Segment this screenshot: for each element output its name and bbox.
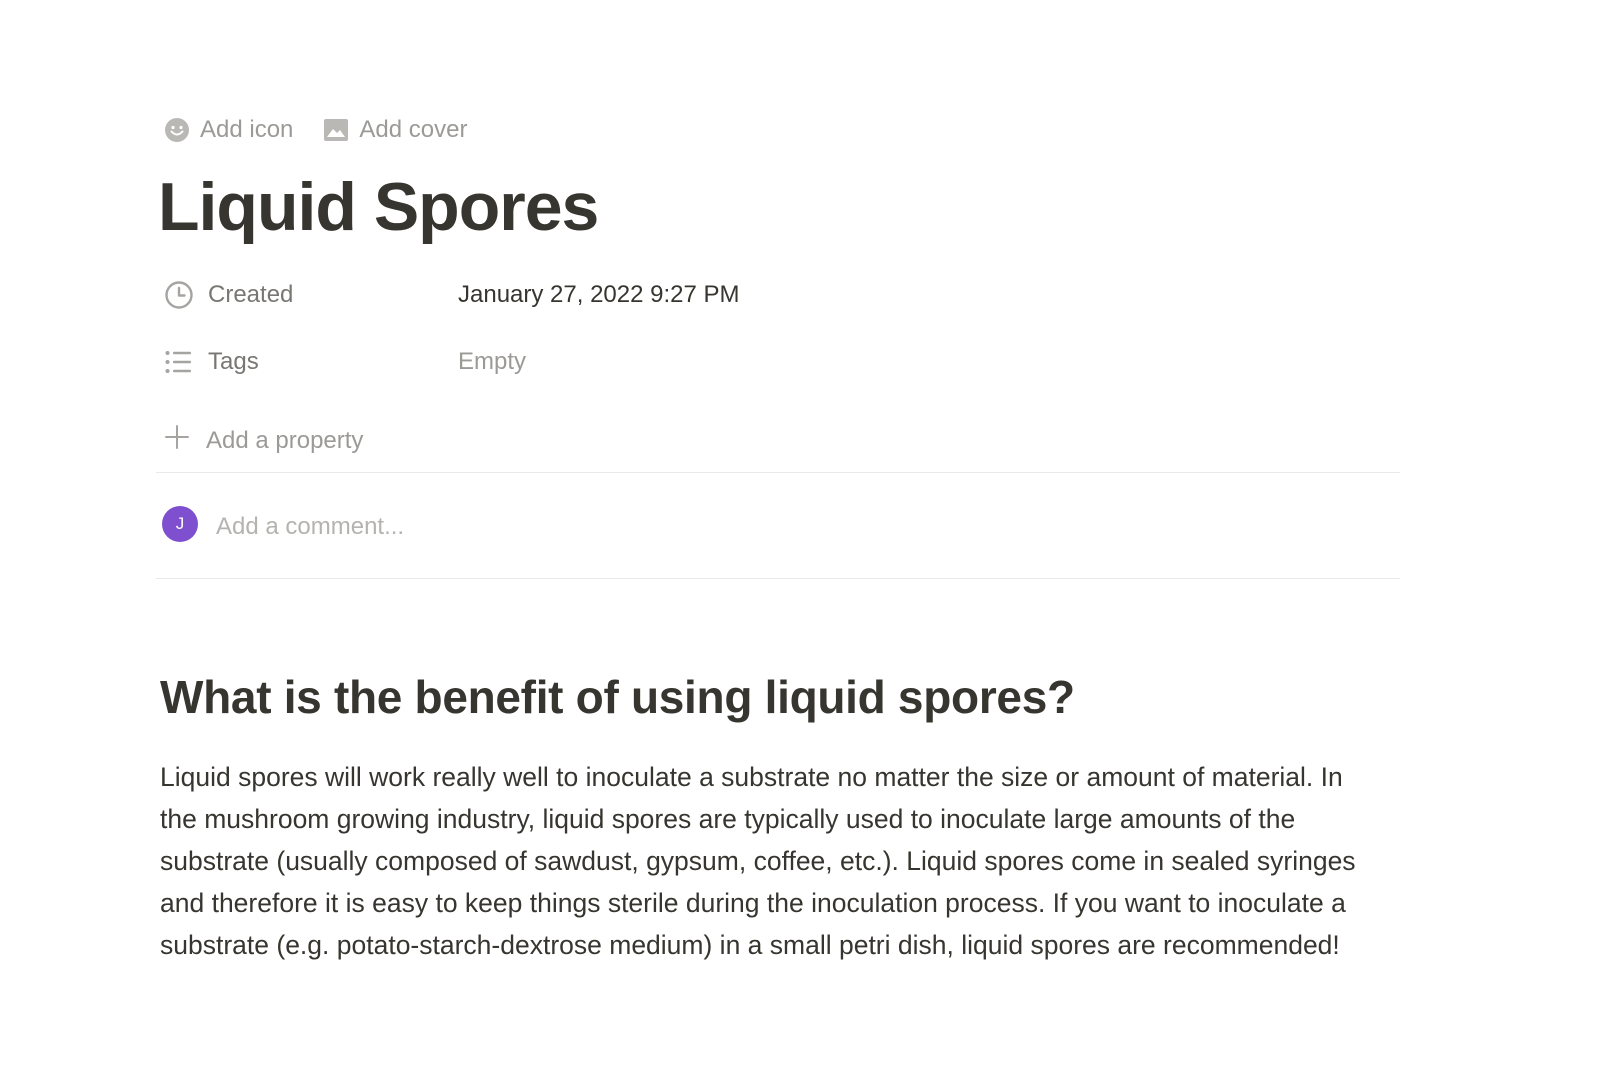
page-controls: Add icon Add cover: [160, 114, 471, 146]
add-property-button[interactable]: Add a property: [164, 424, 363, 457]
comment-row: J: [162, 506, 1116, 542]
tags-value[interactable]: Empty: [458, 348, 526, 376]
comment-input[interactable]: [216, 513, 1116, 541]
add-property-label: Add a property: [206, 426, 364, 454]
property-name-tags[interactable]: Tags: [160, 348, 458, 376]
divider: [156, 578, 1400, 579]
add-cover-button[interactable]: Add cover: [319, 114, 471, 146]
smiley-face-icon: [164, 117, 190, 143]
content-heading[interactable]: What is the benefit of using liquid spor…: [160, 670, 1075, 724]
property-label: Tags: [208, 348, 259, 375]
add-icon-button[interactable]: Add icon: [160, 114, 297, 146]
property-row-created[interactable]: Created January 27, 2022 9:27 PM: [160, 275, 1450, 315]
add-cover-label: Add cover: [359, 116, 468, 143]
image-icon: [323, 118, 349, 142]
add-icon-label: Add icon: [200, 116, 294, 143]
created-value: January 27, 2022 9:27 PM: [458, 281, 740, 308]
content-paragraph[interactable]: Liquid spores will work really well to i…: [160, 756, 1370, 966]
plus-icon: [164, 424, 190, 457]
list-icon: [164, 349, 194, 375]
page-title[interactable]: Liquid Spores: [158, 168, 599, 246]
property-name-created[interactable]: Created: [160, 280, 458, 310]
avatar: J: [162, 506, 198, 542]
clock-icon: [164, 280, 194, 310]
divider: [156, 472, 1400, 473]
property-row-tags[interactable]: Tags Empty: [160, 342, 1450, 382]
property-label: Created: [208, 281, 294, 308]
